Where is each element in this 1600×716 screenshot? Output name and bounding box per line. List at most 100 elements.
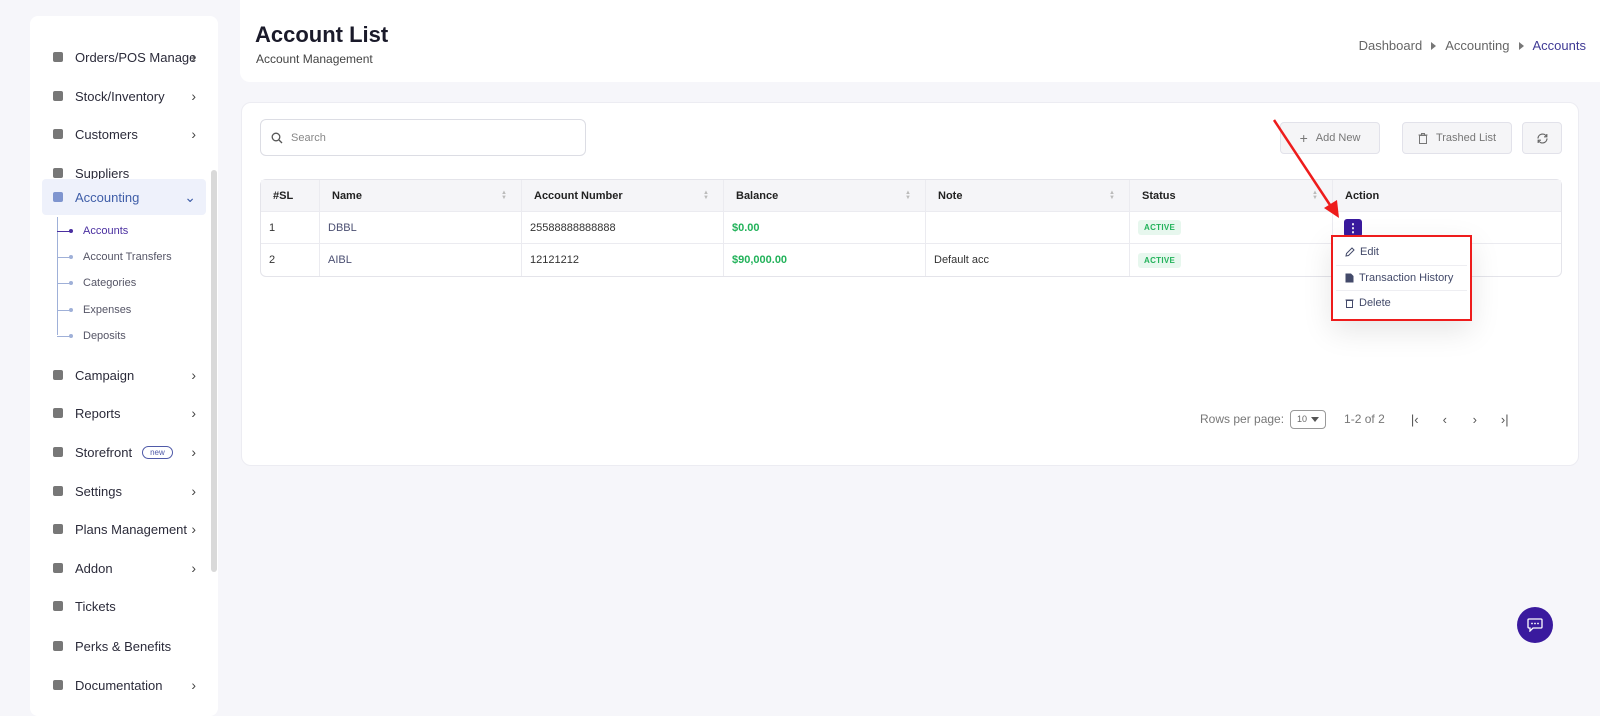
column-header-balance[interactable]: Balance ▲ ▼ — [724, 180, 926, 211]
sidebar-subitem-categories[interactable]: Categories — [57, 273, 136, 293]
cell-note — [926, 212, 1130, 243]
breadcrumb-accounting[interactable]: Accounting — [1445, 38, 1509, 53]
sidebar-subitem-label: Expenses — [83, 304, 132, 316]
menu-item-transaction-history[interactable]: Transaction History — [1336, 265, 1467, 289]
column-header-status[interactable]: Status ▲ ▼ — [1130, 180, 1333, 211]
trashed-list-button[interactable]: Trashed List — [1402, 122, 1512, 154]
sidebar-item-customers[interactable]: Customers › — [42, 116, 206, 152]
orders-icon — [52, 51, 64, 63]
trashed-list-label: Trashed List — [1435, 132, 1497, 144]
sort-icon[interactable]: ▲ ▼ — [1312, 190, 1318, 201]
sidebar-item-label: Plans Management — [75, 521, 188, 537]
caret-down-icon — [1311, 416, 1320, 422]
refresh-icon — [1536, 132, 1548, 144]
pagination: Rows per page: 10 1-2 of 2 |‹ ‹ › ›| — [1200, 409, 1550, 429]
cell-status: ACTIVE — [1130, 244, 1333, 276]
sidebar-subitem-accounts[interactable]: Accounts — [57, 221, 128, 241]
column-header-label: Note — [938, 189, 963, 202]
menu-item-label: Delete — [1359, 296, 1391, 309]
sidebar-subitem-deposits[interactable]: Deposits — [57, 326, 126, 346]
sidebar-item-settings[interactable]: Settings › — [42, 473, 206, 509]
column-header-note[interactable]: Note ▲ ▼ — [926, 180, 1130, 211]
table-header-row: #SL Name ▲ ▼ Account Number ▲ ▼ Balance ▲ ▼… — [261, 180, 1561, 212]
rows-per-page-label: Rows per page: — [1200, 412, 1285, 426]
sort-icon[interactable]: ▲ ▼ — [1109, 190, 1115, 201]
campaign-icon — [52, 369, 64, 381]
menu-item-label: Transaction History — [1359, 271, 1454, 284]
sidebar-item-plans[interactable]: Plans Management › — [42, 511, 206, 547]
reports-icon — [52, 407, 64, 419]
cell-sl: 1 — [261, 212, 320, 243]
first-page-icon[interactable]: |‹ — [1409, 412, 1421, 427]
menu-item-delete[interactable]: Delete — [1336, 290, 1467, 314]
sidebar-item-label: Customers — [75, 126, 138, 142]
sidebar-item-orders[interactable]: Orders/POS Manage › — [42, 39, 206, 75]
sort-icon[interactable]: ▲ ▼ — [703, 190, 709, 201]
page-subtitle: Account Management — [256, 52, 373, 66]
sidebar-item-label: Documentation — [75, 677, 163, 693]
rows-per-page-select[interactable]: 10 — [1290, 409, 1327, 429]
column-header-sl: #SL — [261, 180, 320, 211]
breadcrumb: Dashboard Accounting Accounts — [1359, 38, 1586, 53]
chevron-right-icon: › — [191, 483, 196, 499]
page-range: 1-2 of 2 — [1344, 412, 1385, 426]
sort-icon[interactable]: ▲ ▼ — [905, 190, 911, 201]
breadcrumb-dashboard[interactable]: Dashboard — [1359, 38, 1423, 53]
customers-icon — [52, 128, 64, 140]
sidebar-scrollbar[interactable] — [211, 170, 217, 572]
column-header-label: Balance — [736, 189, 779, 202]
chevron-right-icon: › — [191, 49, 196, 65]
more-actions-button[interactable]: ⋮ — [1344, 218, 1362, 237]
breadcrumb-separator-icon — [1518, 41, 1524, 50]
sidebar-item-reports[interactable]: Reports › — [42, 395, 206, 431]
status-badge: ACTIVE — [1138, 220, 1182, 235]
new-badge: new — [142, 445, 173, 459]
last-page-icon[interactable]: ›| — [1499, 412, 1511, 427]
menu-item-label: Edit — [1360, 246, 1379, 258]
chevron-right-icon: › — [191, 126, 196, 142]
prev-page-icon[interactable]: ‹ — [1439, 412, 1451, 427]
sort-icon[interactable]: ▲ ▼ — [501, 190, 507, 201]
settings-icon — [52, 485, 64, 497]
chevron-down-icon: ⌄ — [184, 188, 196, 205]
addon-icon — [52, 562, 64, 574]
trash-icon — [1418, 132, 1428, 144]
column-header-name[interactable]: Name ▲ ▼ — [320, 180, 522, 211]
add-new-button[interactable]: + Add New — [1280, 122, 1380, 154]
sidebar-subitem-label: Deposits — [83, 330, 126, 342]
inventory-icon — [52, 90, 64, 102]
pencil-icon — [1345, 247, 1355, 257]
cell-sl: 2 — [261, 244, 320, 276]
sidebar-item-addon[interactable]: Addon › — [42, 550, 206, 586]
sidebar-subitem-label: Account Transfers — [83, 251, 172, 263]
menu-item-edit[interactable]: Edit — [1336, 240, 1467, 264]
chevron-right-icon: › — [191, 444, 196, 460]
search-input[interactable] — [291, 131, 571, 144]
sidebar-subitem-account-transfers[interactable]: Account Transfers — [57, 247, 172, 267]
cell-balance: $90,000.00 — [724, 244, 926, 276]
sidebar-item-accounting[interactable]: Accounting ⌄ — [42, 179, 206, 215]
refresh-button[interactable] — [1522, 122, 1562, 154]
column-header-label: Status — [1142, 189, 1176, 202]
chevron-right-icon: › — [191, 560, 196, 576]
accounting-icon — [52, 191, 64, 203]
sidebar: Orders/POS Manage › Stock/Inventory › Cu… — [30, 16, 218, 716]
sidebar-item-stock[interactable]: Stock/Inventory › — [42, 78, 206, 114]
search-box[interactable] — [260, 119, 586, 156]
sidebar-subitem-expenses[interactable]: Expenses — [57, 300, 131, 320]
sidebar-item-tickets[interactable]: Tickets — [42, 588, 206, 624]
cell-status: ACTIVE — [1130, 212, 1333, 243]
sidebar-item-perks[interactable]: Perks & Benefits — [42, 628, 206, 664]
page-nav: |‹ ‹ › ›| — [1409, 412, 1511, 427]
plus-icon: + — [1299, 130, 1308, 146]
status-badge: ACTIVE — [1138, 252, 1182, 268]
sidebar-item-campaign[interactable]: Campaign › — [42, 357, 206, 393]
sidebar-item-storefront[interactable]: Storefront new › — [42, 434, 206, 470]
column-header-account-number[interactable]: Account Number ▲ ▼ — [522, 180, 724, 211]
add-new-label: Add New — [1315, 132, 1361, 144]
next-page-icon[interactable]: › — [1469, 412, 1481, 427]
sidebar-item-documentation[interactable]: Documentation › — [42, 667, 206, 703]
sidebar-item-label: Stock/Inventory — [75, 88, 165, 104]
rows-per-page-value: 10 — [1297, 414, 1308, 424]
chat-button[interactable] — [1517, 607, 1553, 643]
